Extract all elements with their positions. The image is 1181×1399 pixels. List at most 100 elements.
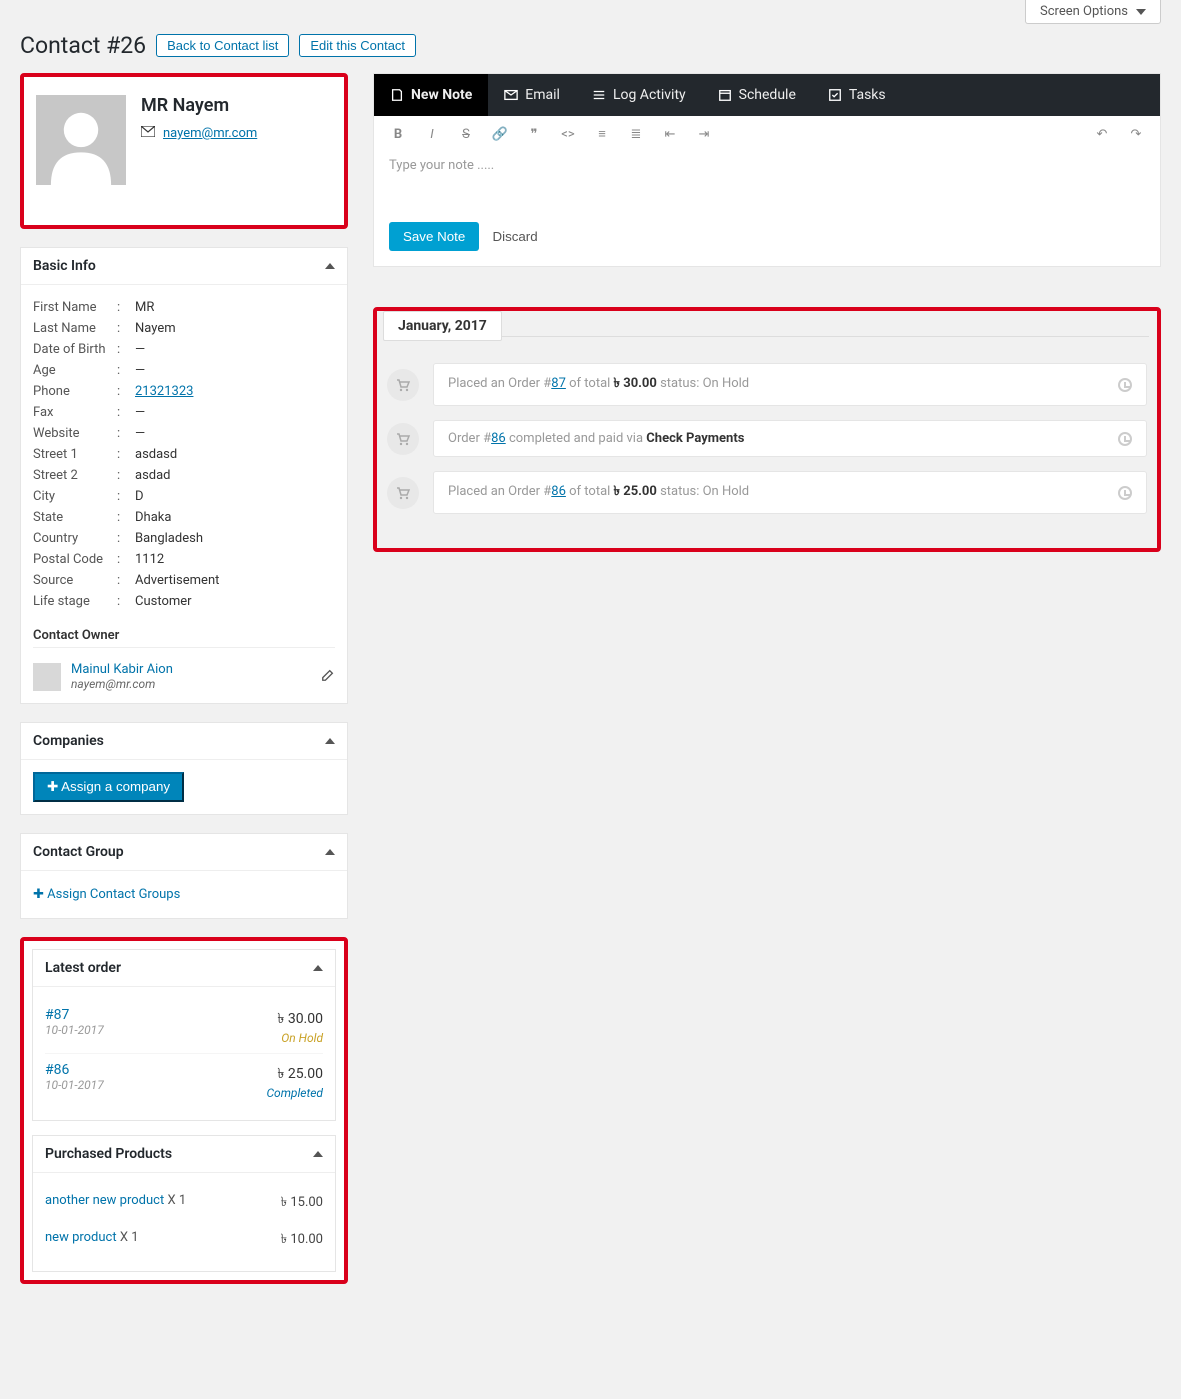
product-row: another new product X 1৳ 15.00 (45, 1185, 323, 1222)
info-row: Country:Bangladesh (33, 528, 335, 549)
info-value: — (135, 426, 145, 441)
info-value: Dhaka (135, 510, 171, 525)
order-link[interactable]: 86 (551, 484, 566, 499)
plus-icon: ✚ (47, 779, 58, 794)
tab-tasks[interactable]: Tasks (812, 74, 902, 116)
contact-group-panel: Contact Group ✚ Assign Contact Groups (20, 833, 348, 919)
contact-card: MR Nayem nayem@mr.com (20, 73, 348, 229)
order-link[interactable]: 87 (551, 376, 566, 391)
info-row: Fax:— (33, 402, 335, 423)
mail-icon (141, 126, 155, 141)
order-id-link[interactable]: #86 (45, 1062, 104, 1078)
clock-icon (1118, 378, 1132, 392)
info-row: First Name:MR (33, 297, 335, 318)
contact-email-link[interactable]: nayem@mr.com (163, 126, 257, 141)
contact-name: MR Nayem (141, 95, 257, 116)
contact-group-header[interactable]: Contact Group (21, 834, 347, 871)
cart-icon (387, 477, 419, 509)
info-value: Customer (135, 594, 192, 609)
page-title: Contact #26 (20, 32, 146, 59)
info-value: Bangladesh (135, 531, 203, 546)
owner-email: nayem@mr.com (71, 677, 311, 691)
assign-contact-groups-link[interactable]: ✚ Assign Contact Groups (33, 883, 180, 906)
redo-icon[interactable]: ↷ (1127, 127, 1145, 142)
contact-owner-label: Contact Owner (33, 628, 335, 648)
timeline-item: Placed an Order #86 of total ৳ 25.00 sta… (387, 471, 1147, 514)
timeline-item: Placed an Order #87 of total ৳ 30.00 sta… (387, 363, 1147, 406)
collapse-icon (325, 849, 335, 855)
save-note-button[interactable]: Save Note (389, 222, 479, 251)
bullet-list-icon[interactable]: ≡ (593, 126, 611, 142)
clock-icon (1118, 486, 1132, 500)
link-icon[interactable]: 🔗 (491, 127, 509, 142)
info-value: MR (135, 300, 154, 315)
products-header[interactable]: Purchased Products (33, 1136, 335, 1173)
outdent-icon[interactable]: ⇤ (661, 127, 679, 142)
latest-order-panel: Latest order #8710-01-2017৳ 30.00On Hold… (20, 937, 348, 1284)
assign-company-button[interactable]: ✚ Assign a company (33, 772, 184, 802)
info-value: — (135, 363, 145, 378)
info-row: Last Name:Nayem (33, 318, 335, 339)
companies-header[interactable]: Companies (21, 723, 347, 760)
note-textarea[interactable]: Type your note ..... (374, 152, 1160, 212)
info-row: State:Dhaka (33, 507, 335, 528)
tab-log-activity[interactable]: Log Activity (576, 74, 702, 116)
clock-icon (1118, 432, 1132, 446)
info-value: asdasd (135, 447, 177, 462)
avatar (36, 95, 126, 185)
basic-info-header[interactable]: Basic Info (21, 248, 347, 285)
timeline-month: January, 2017 (383, 311, 502, 341)
info-row: City:D (33, 486, 335, 507)
info-value: Advertisement (135, 573, 219, 588)
bold-icon[interactable]: B (389, 127, 407, 142)
timeline-item: Order #86 completed and paid via Check P… (387, 420, 1147, 457)
back-to-list-button[interactable]: Back to Contact list (156, 34, 289, 57)
tab-new-note[interactable]: New Note (374, 74, 488, 116)
tab-schedule[interactable]: Schedule (702, 74, 812, 116)
screen-options-button[interactable]: Screen Options (1025, 0, 1161, 24)
owner-avatar (33, 663, 61, 691)
cart-icon (387, 369, 419, 401)
product-link[interactable]: another new product (45, 1193, 164, 1208)
edit-contact-button[interactable]: Edit this Contact (299, 34, 416, 57)
product-link[interactable]: new product (45, 1230, 117, 1245)
order-id-link[interactable]: #87 (45, 1007, 104, 1023)
order-row: #8610-01-2017৳ 25.00Completed (45, 1054, 323, 1108)
indent-icon[interactable]: ⇥ (695, 127, 713, 142)
cart-icon (387, 423, 419, 455)
info-value: — (135, 405, 145, 420)
info-value: Nayem (135, 321, 176, 336)
ordered-list-icon[interactable]: ≣ (627, 127, 645, 142)
order-link[interactable]: 86 (491, 431, 506, 446)
collapse-icon (325, 738, 335, 744)
info-row: Postal Code:1112 (33, 549, 335, 570)
collapse-icon (325, 263, 335, 269)
info-value: D (135, 489, 144, 504)
order-row: #8710-01-2017৳ 30.00On Hold (45, 999, 323, 1054)
activity-editor: New Note Email Log Activity Schedule Tas… (373, 73, 1161, 267)
tab-email[interactable]: Email (488, 74, 576, 116)
info-row: Date of Birth:— (33, 339, 335, 360)
info-value: asdad (135, 468, 171, 483)
italic-icon[interactable]: I (423, 127, 441, 142)
info-value: — (135, 342, 145, 357)
owner-name-link[interactable]: Mainul Kabir Aion (71, 662, 311, 677)
discard-button[interactable]: Discard (482, 222, 547, 251)
info-row: Website:— (33, 423, 335, 444)
strike-icon[interactable]: S (457, 127, 475, 142)
product-row: new product X 1৳ 10.00 (45, 1222, 323, 1259)
timeline-section: January, 2017 Placed an Order #87 of tot… (373, 307, 1161, 552)
info-row: Street 2:asdad (33, 465, 335, 486)
code-icon[interactable]: <> (559, 127, 577, 142)
info-value[interactable]: 21321323 (135, 384, 193, 399)
latest-order-header[interactable]: Latest order (33, 950, 335, 987)
companies-panel: Companies ✚ Assign a company (20, 722, 348, 815)
info-row: Life stage:Customer (33, 591, 335, 612)
info-value: 1112 (135, 552, 164, 567)
undo-icon[interactable]: ↶ (1093, 127, 1111, 142)
plus-icon: ✚ (33, 887, 44, 902)
info-row: Age:— (33, 360, 335, 381)
quote-icon[interactable]: ❞ (525, 127, 543, 142)
info-row: Street 1:asdasd (33, 444, 335, 465)
edit-owner-icon[interactable] (321, 668, 335, 686)
